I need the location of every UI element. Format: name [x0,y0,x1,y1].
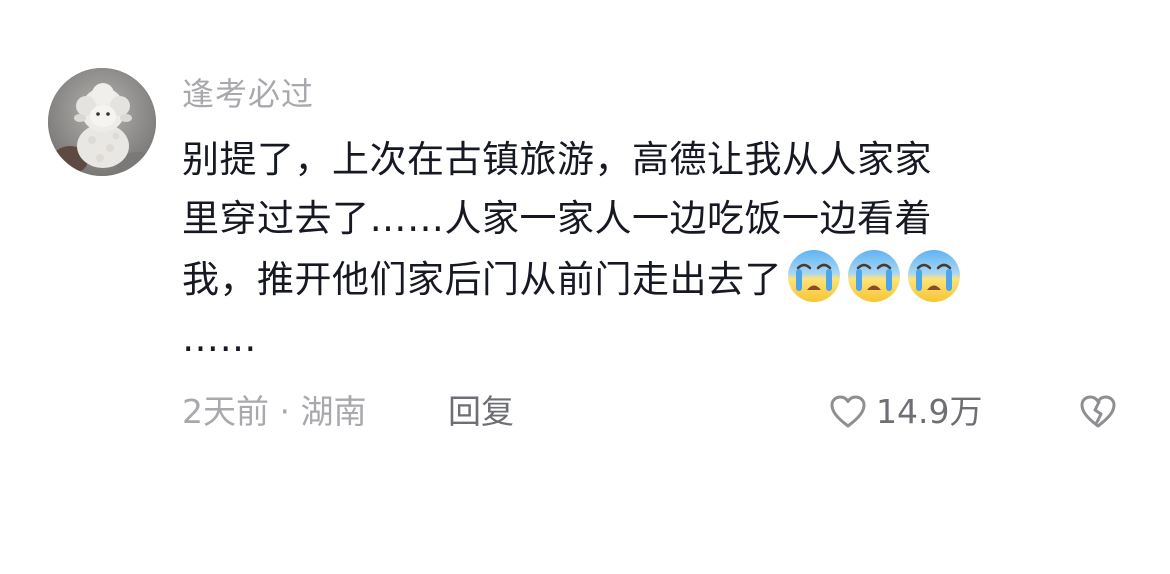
comment-body: 逢考必过 别提了，上次在古镇旅游，高德让我从人家家 里穿过去了……人家一家人一边… [182,70,1112,368]
comment-line: …… [182,317,257,360]
comment-line: 别提了，上次在古镇旅游，高德让我从人家家 [182,138,932,181]
comment-time-location: 2天前 · 湖南 [182,392,367,431]
crying-face-emoji [848,250,900,302]
comment-item: 逢考必过 别提了，上次在古镇旅游，高德让我从人家家 里穿过去了……人家一家人一边… [0,0,1170,574]
comment-line: 我，推开他们家后门从前门走出去了 [182,258,782,301]
comment-text: 别提了，上次在古镇旅游，高德让我从人家家 里穿过去了……人家一家人一边吃饭一边看… [182,130,1112,368]
comment-line-with-emoji: 我，推开他们家后门从前门走出去了 [182,248,1112,309]
comment-meta-row: 2天前 · 湖南 回复 14.9万 [182,388,1122,436]
reply-button[interactable]: 回复 [448,388,514,436]
user-avatar[interactable] [48,68,156,176]
heart-outline-icon [830,395,866,428]
crying-face-emoji [908,250,960,302]
broken-heart-icon [1080,395,1116,428]
dislike-button[interactable] [1078,392,1118,436]
comment-line: 里穿过去了……人家一家人一边吃饭一边看着 [182,197,932,240]
like-count: 14.9万 [876,392,983,431]
username[interactable]: 逢考必过 [182,70,1112,118]
like-button[interactable]: 14.9万 [828,388,982,436]
sheep-plush-avatar-icon [48,68,156,176]
crying-face-emoji [788,250,840,302]
